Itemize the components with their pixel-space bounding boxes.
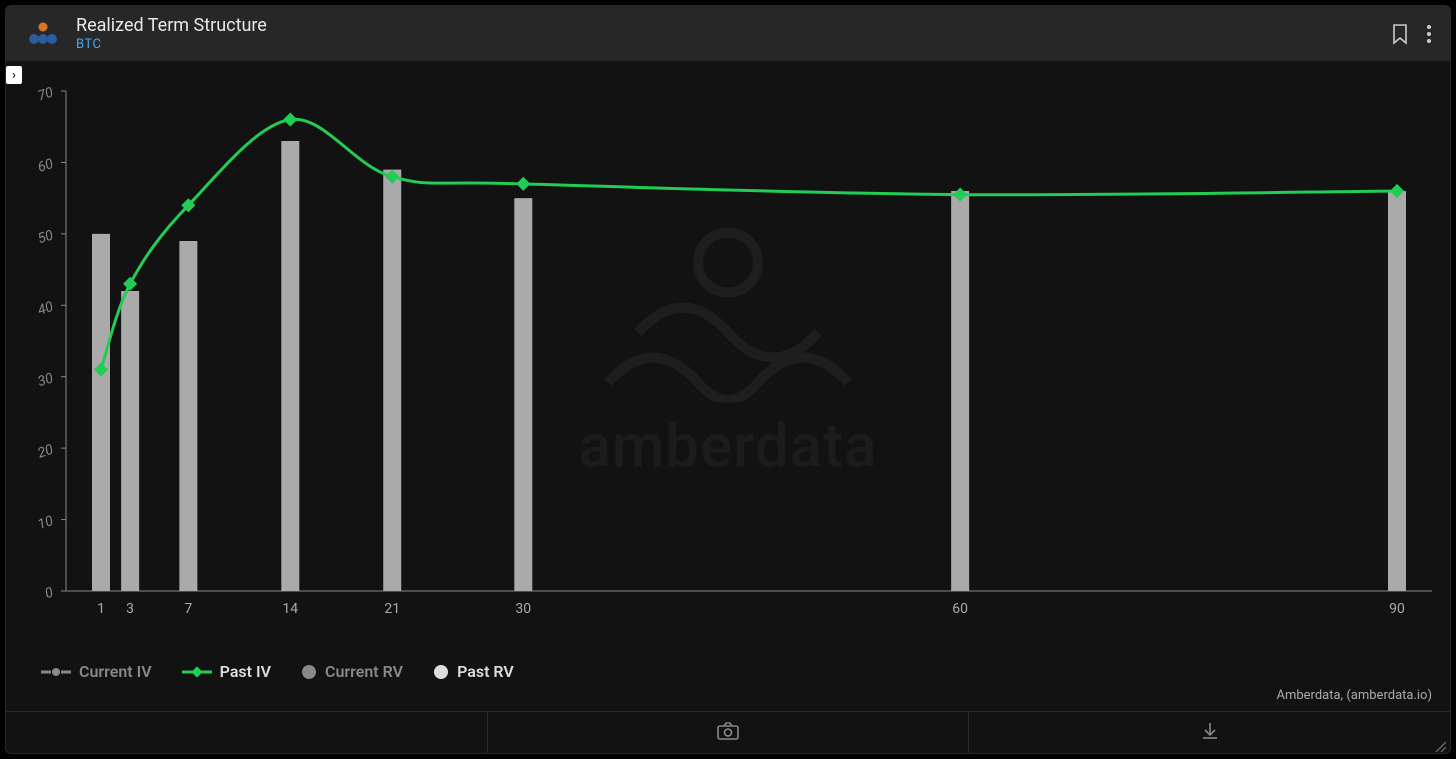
- circle-icon: [301, 664, 317, 680]
- x-tick-label: 3: [126, 601, 134, 617]
- marker-past-iv[interactable]: [123, 277, 137, 291]
- x-tick-label: 1: [97, 601, 105, 617]
- chart-area: amberdata 0102030405060701371421306090: [6, 61, 1450, 621]
- y-tick-label: 10: [36, 513, 56, 533]
- y-tick-label: 30: [36, 370, 56, 390]
- x-tick-label: 60: [952, 601, 968, 617]
- line-dashed-icon: [41, 666, 71, 678]
- legend-label: Current RV: [325, 662, 403, 681]
- screenshot-button[interactable]: [488, 712, 970, 753]
- panel-header: Realized Term Structure BTC: [6, 6, 1450, 61]
- y-tick-label: 40: [36, 299, 56, 319]
- y-tick-label: 60: [36, 156, 56, 176]
- line-diamond-icon: [182, 666, 212, 678]
- legend-item-past-iv[interactable]: Past IV: [182, 662, 271, 681]
- chart-panel: Realized Term Structure BTC ›: [5, 5, 1451, 754]
- legend-item-current-iv[interactable]: Current IV: [41, 662, 152, 681]
- marker-past-iv[interactable]: [516, 177, 530, 191]
- more-menu-icon[interactable]: [1426, 24, 1432, 44]
- bar-past-rv[interactable]: [179, 241, 197, 591]
- brand-logo-icon: [24, 20, 62, 48]
- bar-past-rv[interactable]: [281, 141, 299, 591]
- y-tick-label: 0: [43, 584, 56, 602]
- resize-handle-icon[interactable]: [1434, 737, 1446, 749]
- marker-past-iv[interactable]: [283, 113, 297, 127]
- chart-legend: Current IV Past IV Current RV Past RV: [41, 662, 514, 681]
- panel-footer: [6, 711, 1450, 753]
- legend-item-current-rv[interactable]: Current RV: [301, 662, 403, 681]
- x-tick-label: 90: [1389, 601, 1405, 617]
- y-tick-label: 20: [36, 442, 56, 462]
- download-icon: [1200, 721, 1220, 745]
- x-tick-label: 14: [282, 601, 298, 617]
- y-tick-label: 50: [36, 227, 56, 247]
- chart-svg: 0 10 20 30 40 50 60 70 1 3 7 14 21 30 60 90: [6, 61, 1451, 621]
- footer-cell-empty[interactable]: [6, 712, 488, 753]
- download-button[interactable]: [969, 712, 1450, 753]
- legend-item-past-rv[interactable]: Past RV: [433, 662, 514, 681]
- bar-past-rv[interactable]: [121, 291, 139, 591]
- panel-title: Realized Term Structure: [76, 15, 267, 37]
- bar-past-rv[interactable]: [92, 234, 110, 591]
- legend-label: Past IV: [220, 662, 271, 681]
- camera-icon: [717, 722, 739, 744]
- x-tick-label: 7: [184, 601, 192, 617]
- bar-past-rv[interactable]: [1388, 191, 1406, 591]
- bar-past-rv[interactable]: [951, 191, 969, 591]
- legend-label: Current IV: [79, 662, 152, 681]
- panel-subtitle: BTC: [76, 37, 267, 53]
- y-tick-label: 70: [36, 84, 56, 104]
- x-tick-label: 30: [515, 601, 531, 617]
- bar-past-rv[interactable]: [383, 170, 401, 591]
- bar-past-rv[interactable]: [514, 198, 532, 591]
- bookmark-icon[interactable]: [1390, 23, 1410, 45]
- circle-icon: [433, 664, 449, 680]
- x-tick-label: 21: [384, 601, 400, 617]
- legend-label: Past RV: [457, 662, 514, 681]
- attribution-text: Amberdata, (amberdata.io): [1276, 688, 1432, 703]
